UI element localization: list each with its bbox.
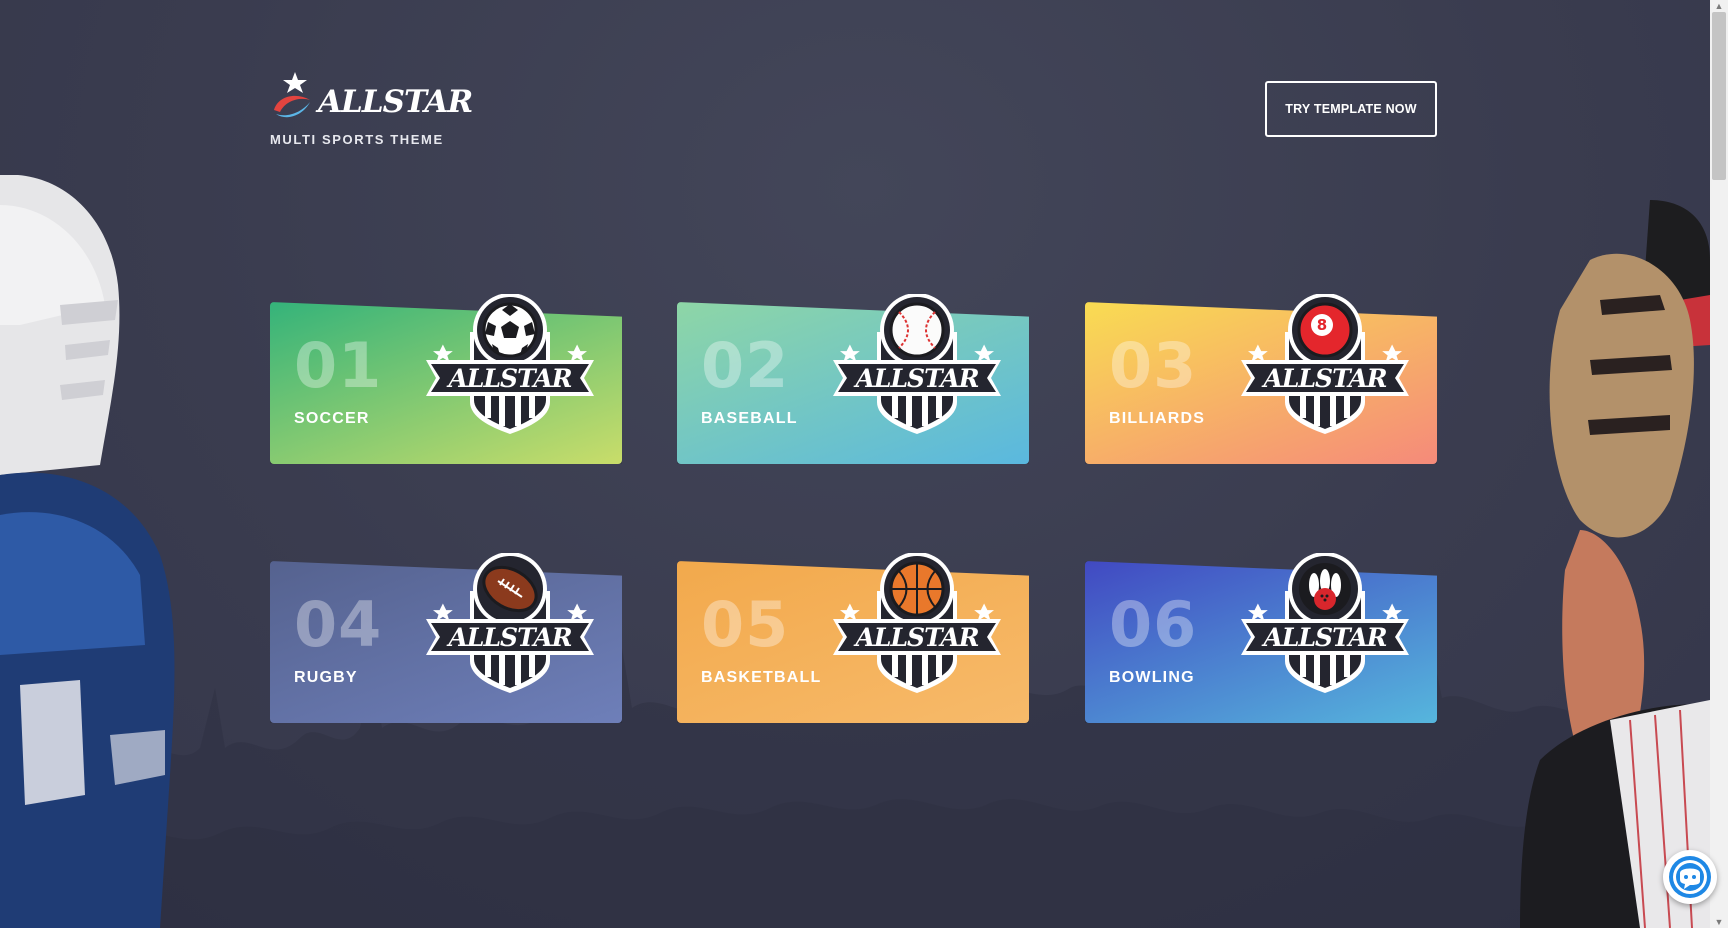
allstar-logo-icon (274, 72, 310, 118)
billiard-ball-8-icon: 8 (1297, 302, 1353, 358)
scroll-down-arrow-icon[interactable]: ▼ (1710, 916, 1728, 928)
svg-text:8: 8 (1317, 316, 1327, 334)
soccer-ball-icon (482, 302, 538, 358)
svg-text:ALLSTAR: ALLSTAR (853, 623, 978, 652)
card-number: 05 (701, 588, 790, 661)
allstar-badge-billiards: 8 ALLSTAR (1241, 294, 1409, 434)
brand-name: ALLSTAR (318, 84, 473, 120)
card-number: 03 (1109, 329, 1198, 402)
baseball-icon (889, 302, 945, 358)
svg-text:ALLSTAR: ALLSTAR (446, 623, 571, 652)
scrollbar[interactable]: ▲ ▼ (1710, 0, 1728, 928)
card-label: RUGBY (294, 669, 358, 686)
allstar-badge-soccer: ALLSTAR (426, 294, 594, 434)
svg-text:ALLSTAR: ALLSTAR (1261, 623, 1386, 652)
brand-logo[interactable]: ALLSTAR MULTI SPORTS THEME (270, 70, 473, 147)
chat-widget-button[interactable] (1663, 850, 1717, 904)
card-label: SOCCER (294, 410, 370, 427)
card-label: BASEBALL (701, 410, 798, 427)
scroll-up-arrow-icon[interactable]: ▲ (1710, 0, 1728, 12)
card-label: BASKETBALL (701, 669, 822, 686)
bowling-pins-icon (1299, 563, 1351, 615)
card-number: 06 (1109, 588, 1198, 661)
brand-tagline: MULTI SPORTS THEME (270, 132, 444, 147)
football-player-image (0, 175, 175, 928)
baseball-player-image (1520, 200, 1710, 928)
allstar-badge-baseball: ALLSTAR (833, 294, 1001, 434)
scrollbar-thumb[interactable] (1712, 12, 1726, 180)
card-number: 01 (294, 329, 383, 402)
card-label: BILLIARDS (1109, 410, 1206, 427)
svg-text:ALLSTAR: ALLSTAR (853, 364, 978, 393)
svg-text:ALLSTAR: ALLSTAR (446, 364, 571, 393)
card-number: 02 (701, 329, 790, 402)
allstar-badge-basketball: ALLSTAR (833, 553, 1001, 693)
try-template-button[interactable]: TRY TEMPLATE NOW (1265, 81, 1437, 137)
allstar-badge-bowling: ALLSTAR (1241, 553, 1409, 693)
basketball-icon (889, 561, 945, 617)
allstar-badge-rugby: ALLSTAR (426, 553, 594, 693)
svg-text:ALLSTAR: ALLSTAR (1261, 364, 1386, 393)
chat-bubble-icon (1669, 856, 1711, 898)
card-label: BOWLING (1109, 669, 1195, 686)
card-number: 04 (294, 588, 383, 661)
